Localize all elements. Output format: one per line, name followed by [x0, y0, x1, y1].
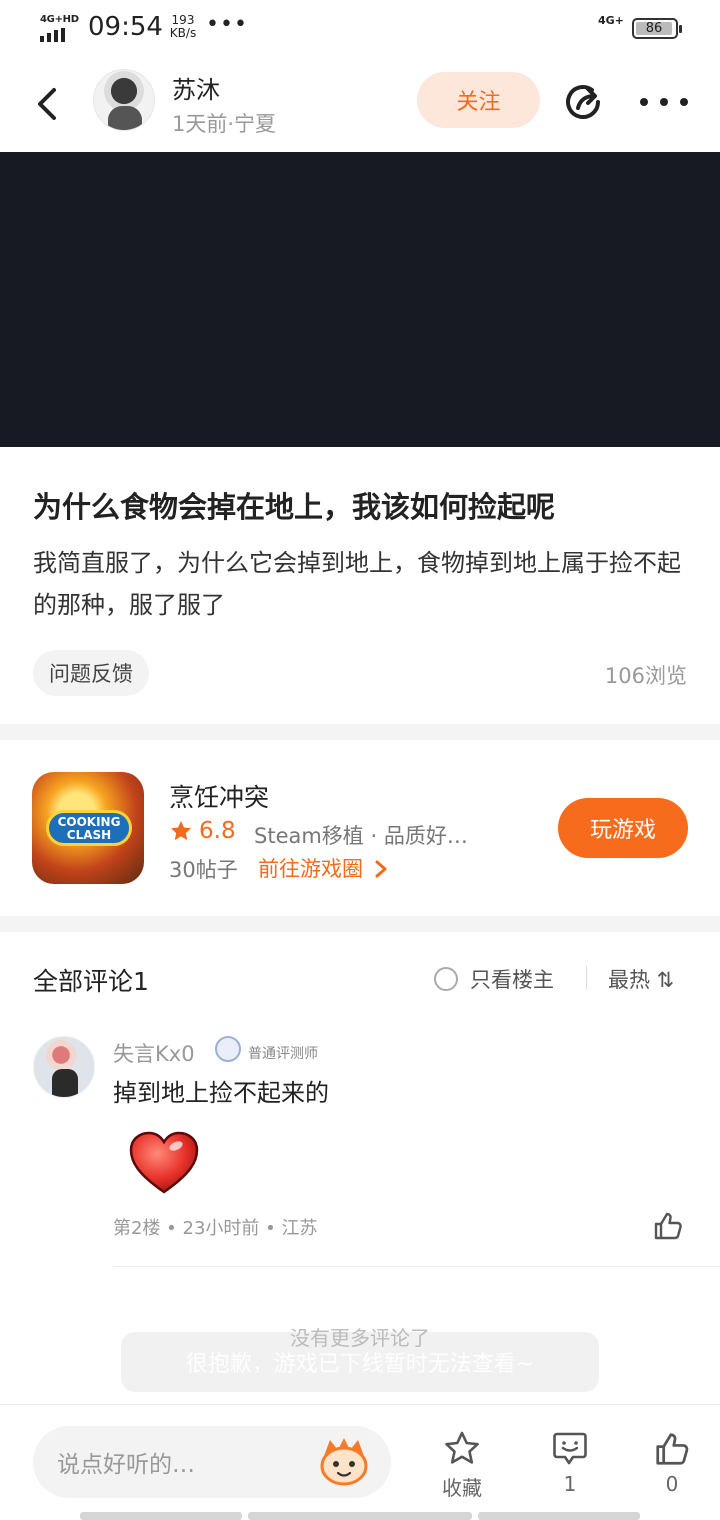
game-logo: COOKING CLASH [46, 810, 132, 846]
battery-icon: 86 [632, 18, 682, 39]
heart-emoji-icon [129, 1131, 199, 1194]
like-count: 0 [665, 1472, 679, 1496]
star-icon [171, 821, 191, 841]
comment-meta: 第2楼 • 23小时前 • 江苏 [113, 1218, 318, 1239]
author-meta: 1天前·宁夏 [172, 112, 277, 136]
network-speed: 193 KB/s [168, 14, 198, 40]
game-icon[interactable]: COOKING CLASH [32, 772, 144, 884]
nav-hint-bar [80, 1512, 242, 1520]
network-type: 4G+HD [40, 14, 79, 25]
clock: 09:54 [88, 12, 163, 42]
sort-selector[interactable]: 最热 ⇅ [608, 964, 674, 994]
bottom-bar-divider [0, 1404, 720, 1405]
comments-title: 全部评论1 [33, 967, 149, 996]
mascot-emoji-icon[interactable] [316, 1436, 372, 1486]
favorite-label: 收藏 [442, 1476, 482, 1500]
only-host-toggle[interactable]: 只看楼主 [434, 964, 554, 994]
follow-button[interactable]: 关注 [417, 72, 540, 128]
comment-divider [113, 1266, 720, 1267]
section-divider [0, 916, 720, 932]
game-post-count: 30帖子 [169, 858, 238, 882]
comment-text: 掉到地上捡不起来的 [113, 1079, 329, 1107]
nav-hint-bar [478, 1512, 640, 1520]
status-bar: 4G+HD 09:54 193 KB/s ••• 4G+ 86 [0, 0, 720, 58]
author-avatar[interactable] [93, 69, 155, 131]
post-body: 我简直服了，为什么它会掉到地上，食物掉到地上属于捡不起的那种，服了服了 [33, 549, 681, 619]
game-rating: 6.8 [169, 818, 236, 844]
video-player[interactable] [0, 152, 720, 447]
game-link-label: 前往游戏圈 [258, 857, 363, 881]
post-title: 为什么食物会掉在地上，我该如何捡起呢 [33, 490, 556, 524]
battery-level: 86 [645, 21, 663, 36]
reviewer-badge-icon [215, 1036, 241, 1062]
comment-icon [553, 1432, 587, 1465]
star-outline-icon [445, 1431, 479, 1464]
author-name[interactable]: 苏沐 [172, 70, 220, 105]
divider [586, 966, 587, 990]
more-icon[interactable] [640, 82, 688, 122]
nav-hint-bar [248, 1512, 472, 1520]
rating-value: 6.8 [199, 818, 236, 844]
thumbs-up-icon [656, 1433, 689, 1465]
no-more-comments: 没有更多评论了 [290, 1326, 430, 1350]
view-count: 106浏览 [604, 664, 687, 688]
game-name[interactable]: 烹饪冲突 [169, 778, 269, 814]
status-more-dots: ••• [206, 12, 248, 37]
back-icon[interactable] [30, 84, 66, 124]
only-host-label: 只看楼主 [470, 968, 554, 992]
radio-icon [434, 967, 458, 991]
reviewer-badge-label: 普通评测师 [248, 1046, 318, 1062]
comment-button[interactable]: 1 [535, 1430, 605, 1496]
like-button[interactable]: 0 [637, 1430, 707, 1496]
comment-count: 1 [563, 1472, 577, 1496]
speed-unit: KB/s [169, 26, 197, 40]
thumbs-up-icon[interactable] [652, 1210, 684, 1242]
network-type-right: 4G+ [598, 14, 624, 27]
post-tag[interactable]: 问题反馈 [33, 650, 149, 696]
section-divider [0, 724, 720, 740]
game-tags: Steam移植 · 品质好… [254, 824, 468, 848]
go-to-game-circle-link[interactable]: 前往游戏圈 [258, 853, 388, 883]
commenter-avatar[interactable] [33, 1036, 95, 1098]
commenter-name[interactable]: 失言Kx0 [113, 1038, 195, 1068]
signal-icon: 4G+HD [38, 14, 79, 42]
post-header: 苏沐 1天前·宁夏 关注 [0, 58, 720, 152]
chevron-right-icon [375, 860, 387, 878]
favorite-button[interactable]: 收藏 [427, 1430, 497, 1501]
share-icon[interactable] [562, 80, 606, 124]
play-game-button[interactable]: 玩游戏 [558, 798, 688, 858]
